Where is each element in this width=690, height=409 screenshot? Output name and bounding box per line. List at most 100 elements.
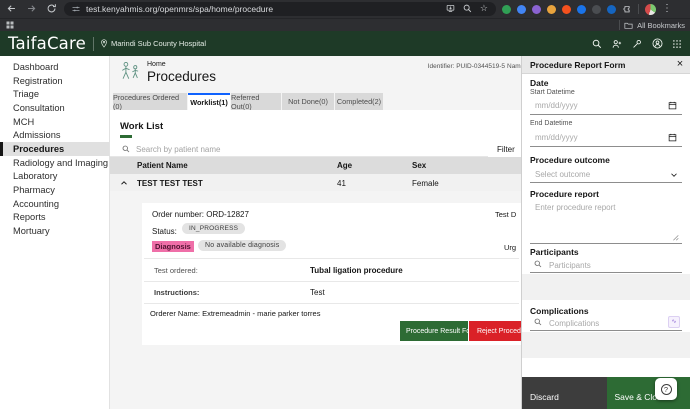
- complications-empty-list: [522, 332, 690, 358]
- breadcrumb[interactable]: Home: [147, 61, 166, 68]
- location-pin-icon: [100, 39, 108, 48]
- extension-icon[interactable]: [502, 4, 511, 14]
- extension-icon[interactable]: [577, 4, 586, 14]
- calendar-icon[interactable]: [668, 101, 677, 110]
- search-icon: [534, 260, 542, 268]
- browser-profile-avatar[interactable]: [645, 3, 656, 15]
- outcome-select[interactable]: Select outcome: [530, 165, 682, 183]
- patient-search-input[interactable]: [134, 141, 478, 158]
- extension-icon[interactable]: [607, 4, 616, 14]
- user-avatar-icon[interactable]: [647, 34, 667, 54]
- detail-row-test-ordered: Test ordered: Tubal ligation procedure: [144, 258, 519, 282]
- calendar-icon[interactable]: [668, 133, 677, 142]
- search-icon: [122, 145, 130, 153]
- reload-icon[interactable]: [46, 3, 58, 15]
- panel-header: Procedure Report Form ×: [522, 56, 690, 74]
- tab-procedures-ordered-0[interactable]: Procedures Ordered (0): [113, 93, 187, 111]
- install-app-icon[interactable]: [446, 4, 455, 13]
- tab-not-done-0[interactable]: Not Done(0): [282, 93, 334, 110]
- patient-search: [110, 141, 488, 158]
- start-datetime-input[interactable]: [530, 97, 682, 115]
- all-bookmarks-label[interactable]: All Bookmarks: [637, 21, 685, 30]
- location-button[interactable]: Marindi Sub County Hospital: [100, 39, 206, 48]
- complications-search-input[interactable]: [547, 314, 669, 332]
- sidebar-nav: Dashboard Registration Triage Consultation M…: [0, 56, 110, 409]
- instructions-label: Instructions:: [154, 288, 200, 297]
- resize-grip-icon[interactable]: [672, 234, 679, 241]
- sidebar-item-laboratory[interactable]: Laboratory: [0, 170, 109, 184]
- site-info-icon[interactable]: [72, 5, 80, 13]
- outcome-placeholder: Select outcome: [535, 170, 591, 179]
- chevron-up-icon[interactable]: [120, 179, 128, 187]
- column-sex: Sex: [412, 161, 427, 170]
- extension-icon[interactable]: [592, 4, 601, 14]
- extensions-tray: ⋮: [502, 3, 688, 15]
- sidebar-item-reports[interactable]: Reports: [0, 211, 109, 225]
- participants-search: [530, 256, 682, 274]
- test-ordered-label: Test ordered:: [154, 266, 198, 275]
- sidebar-item-registration[interactable]: Registration: [0, 74, 109, 88]
- sidebar-item-triage[interactable]: Triage: [0, 87, 109, 101]
- table-header: Patient Name Age Sex: [110, 157, 521, 174]
- sidebar-item-accounting[interactable]: Accounting: [0, 197, 109, 211]
- save-close-button[interactable]: Save & Close: [606, 377, 690, 409]
- search-address-icon[interactable]: [463, 4, 472, 13]
- back-icon[interactable]: [6, 3, 18, 15]
- table-row[interactable]: TEST TEST TEST 41 Female: [110, 174, 521, 191]
- patient-name-label-partial: Nam: [507, 63, 521, 70]
- sidebar-item-procedures[interactable]: Procedures: [0, 142, 109, 156]
- extension-icon[interactable]: [562, 4, 571, 14]
- end-datetime-input[interactable]: [530, 129, 682, 147]
- close-icon[interactable]: ×: [673, 57, 687, 71]
- procedure-result-form-button[interactable]: Procedure Result Form: [400, 321, 478, 341]
- brand-logo[interactable]: TaifaCare: [8, 34, 86, 53]
- status-label: Status:: [152, 227, 177, 236]
- puzzle-extensions-icon[interactable]: [622, 4, 632, 14]
- tab-completed-2[interactable]: Completed(2): [335, 93, 383, 110]
- participants-empty-list: [522, 274, 690, 300]
- instructions-value: Test: [310, 288, 325, 297]
- sidebar-item-admissions[interactable]: Admissions: [0, 128, 109, 142]
- browser-toolbar: test.kenyahmis.org/openmrs/spa/home/proc…: [0, 0, 690, 18]
- orderer-name: Orderer Name: Extremeadmin - marie parke…: [150, 309, 321, 318]
- worklist-card: Work List Filter Patient Name Age Sex TE…: [110, 110, 521, 191]
- browser-menu-icon[interactable]: ⋮: [662, 3, 672, 15]
- patient-identifier: Identifier: PUID-0344519-5: [427, 63, 505, 70]
- participants-search-input[interactable]: [547, 256, 669, 274]
- help-button[interactable]: ?: [655, 378, 677, 400]
- search-icon[interactable]: [587, 34, 607, 54]
- column-age: Age: [337, 161, 353, 170]
- column-patient-name: Patient Name: [137, 161, 188, 170]
- sidebar-item-mch[interactable]: MCH: [0, 115, 109, 129]
- bookmark-favicon-grid[interactable]: [6, 21, 14, 29]
- urgency-label-partial: Urg: [504, 243, 517, 252]
- page-title: Procedures: [147, 69, 217, 84]
- question-mark-icon: ?: [660, 383, 672, 395]
- test-date-label-partial: Test D: [495, 210, 517, 219]
- forward-icon[interactable]: [26, 3, 38, 15]
- extension-overlay-icon: ∿: [668, 316, 680, 328]
- panel-title: Procedure Report Form: [530, 60, 626, 70]
- procedure-report-textarea[interactable]: [530, 198, 682, 244]
- location-label: Marindi Sub County Hospital: [110, 39, 207, 48]
- extension-icon[interactable]: [532, 4, 541, 14]
- tab-referred-out-0[interactable]: Referred Out(0): [231, 93, 281, 111]
- sidebar-item-consultation[interactable]: Consultation: [0, 101, 109, 115]
- order-number-label: Order number:: [152, 210, 205, 219]
- filter-dropdown[interactable]: Filter: [497, 145, 515, 154]
- address-bar[interactable]: test.kenyahmis.org/openmrs/spa/home/proc…: [64, 2, 496, 16]
- reject-procedure-button[interactable]: Reject Procedure: [469, 321, 521, 341]
- sidebar-item-radiology-and-imaging[interactable]: Radiology and Imaging: [0, 156, 109, 170]
- bookmark-star-icon[interactable]: ☆: [480, 4, 488, 13]
- sidebar-item-mortuary[interactable]: Mortuary: [0, 224, 109, 238]
- sidebar-item-pharmacy[interactable]: Pharmacy: [0, 183, 109, 197]
- add-user-icon[interactable]: [607, 34, 627, 54]
- sidebar-item-dashboard[interactable]: Dashboard: [0, 60, 109, 74]
- tab-worklist-1[interactable]: Worklist(1): [188, 93, 230, 110]
- tools-icon[interactable]: [627, 34, 647, 54]
- app-switcher-icon[interactable]: [667, 34, 687, 54]
- worklist-title-underline: [120, 135, 132, 138]
- extension-icon[interactable]: [547, 4, 556, 14]
- discard-button[interactable]: Discard: [522, 377, 607, 409]
- extension-icon[interactable]: [517, 4, 526, 14]
